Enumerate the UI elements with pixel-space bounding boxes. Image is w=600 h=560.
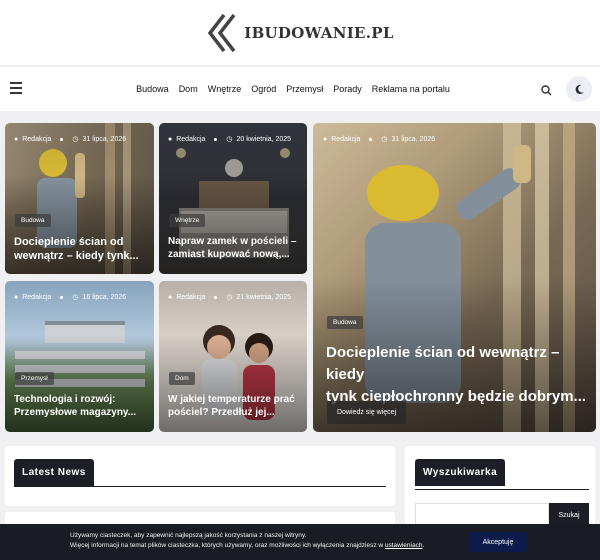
post-meta: ● Redakcja ◷ 31 lipca, 2026 <box>323 135 436 144</box>
post-title-line: Przemysłowe magazyny... <box>14 407 137 418</box>
post-card[interactable]: ● Redakcja ◷ 16 lipca, 2026 Przemysł Tec… <box>5 281 154 432</box>
cookie-settings-link[interactable]: ustawieniach <box>385 542 423 549</box>
author-icon: ● <box>168 135 173 143</box>
post-author[interactable]: Redakcja <box>331 136 360 143</box>
post-card[interactable]: ● Redakcja ◷ 21 kwietnia, 2025 Dom W jak… <box>159 281 307 432</box>
post-title[interactable]: Docieplenie ścian od wewnątrz – kiedy ty… <box>14 235 154 264</box>
author-icon: ● <box>168 293 173 301</box>
nav-link-budowa[interactable]: Budowa <box>136 84 169 94</box>
post-date: 21 kwietnia, 2025 <box>236 293 292 301</box>
post-author[interactable]: Redakcja <box>176 136 205 143</box>
cookie-text: Więcej informacji na temat plików ciaste… <box>70 542 385 550</box>
post-title-line: zamiast kupować nową,... <box>168 249 290 260</box>
clock-icon: ◷ <box>72 136 79 143</box>
divider <box>415 489 589 490</box>
search-widget-title: Wyszukiwarka <box>415 459 506 486</box>
post-date: 20 kwietnia, 2025 <box>236 135 292 143</box>
post-title-line: Napraw zamek w pościeli – <box>168 236 297 247</box>
author-icon: ● <box>14 293 19 301</box>
moon-icon <box>575 84 584 94</box>
clock-icon: ◷ <box>72 294 79 301</box>
divider <box>14 486 386 487</box>
post-title-line: Docieplenie ścian od <box>14 236 124 248</box>
nav-link-wnetrze[interactable]: Wnętrze <box>208 84 242 94</box>
post-author[interactable]: Redakcja <box>176 294 205 301</box>
featured-post-card[interactable]: ● Redakcja ◷ 31 lipca, 2026 Budowa Docie… <box>313 123 596 432</box>
post-title-line: Technologia i rozwój: <box>14 394 116 405</box>
accept-cookies-button[interactable]: Akceptuję <box>469 532 527 552</box>
author-icon: ● <box>14 135 19 143</box>
post-card[interactable]: ● Redakcja ◷ 31 lipca, 2026 Budowa Docie… <box>5 123 154 274</box>
latest-news-widget: Latest News <box>5 446 395 506</box>
clock-icon: ◷ <box>226 136 233 143</box>
search-widget: Wyszukiwarka Szukaj <box>405 446 595 536</box>
featured-post-title[interactable]: Docieplenie ścian od wewnątrz – kiedy ty… <box>326 342 596 407</box>
category-badge[interactable]: Budowa <box>15 214 51 227</box>
cookie-line: Więcej informacji na temat plików ciaste… <box>70 541 424 551</box>
post-title-line: Docieplenie ścian od wewnątrz – kiedy <box>326 344 560 383</box>
read-more-button[interactable]: Dowiedz się więcej <box>327 401 407 424</box>
nav-link-dom[interactable]: Dom <box>179 84 198 94</box>
post-date: 31 lipca, 2026 <box>391 135 436 143</box>
cookie-message: Używamy ciasteczek, aby zapewnić najleps… <box>70 531 424 552</box>
site-header: IBUDOWANIE.PL <box>0 0 600 66</box>
post-author[interactable]: Redakcja <box>22 136 51 143</box>
site-logo[interactable]: IBUDOWANIE.PL <box>206 13 393 53</box>
logo-chevron-icon <box>208 13 236 52</box>
post-title[interactable]: Napraw zamek w pościeli – zamiast kupowa… <box>168 235 307 261</box>
post-meta: ● Redakcja ◷ 31 lipca, 2026 <box>14 135 127 144</box>
post-author[interactable]: Redakcja <box>22 294 51 301</box>
cookie-text: . <box>422 542 425 550</box>
latest-news-title: Latest News <box>14 459 94 486</box>
category-badge[interactable]: Budowa <box>327 316 363 329</box>
post-meta: ● Redakcja ◷ 20 kwietnia, 2025 <box>168 135 292 144</box>
nav-link-reklama[interactable]: Reklama na portalu <box>372 84 450 94</box>
clock-icon: ◷ <box>226 294 233 301</box>
category-badge[interactable]: Wnętrze <box>169 214 206 227</box>
dark-mode-toggle[interactable] <box>566 76 592 102</box>
cookie-line: Używamy ciasteczek, aby zapewnić najleps… <box>70 532 307 539</box>
nav-links: Budowa Dom Wnętrze Ogród Przemysł Porady… <box>0 67 600 111</box>
post-title-line: W jakiej temperaturze prać <box>168 394 295 405</box>
post-title-line: pościel? Przedłuż jej... <box>168 407 275 418</box>
logo-text: IBUDOWANIE.PL <box>244 23 394 42</box>
post-card[interactable]: ● Redakcja ◷ 20 kwietnia, 2025 Wnętrze N… <box>159 123 307 274</box>
post-title-line: wewnątrz – kiedy tynk... <box>14 250 139 263</box>
clock-icon: ◷ <box>381 136 388 143</box>
post-date: 16 lipca, 2026 <box>82 293 127 301</box>
post-meta: ● Redakcja ◷ 21 kwietnia, 2025 <box>168 293 292 302</box>
cookie-consent-bar: Używamy ciasteczek, aby zapewnić najleps… <box>0 524 600 560</box>
post-title[interactable]: Technologia i rozwój: Przemysłowe magazy… <box>14 393 154 419</box>
main-navigation: Budowa Dom Wnętrze Ogród Przemysł Porady… <box>0 67 600 111</box>
post-title[interactable]: W jakiej temperaturze prać pościel? Prze… <box>168 393 307 419</box>
category-badge[interactable]: Dom <box>169 372 195 385</box>
post-meta: ● Redakcja ◷ 16 lipca, 2026 <box>14 293 127 302</box>
post-date: 31 lipca, 2026 <box>82 135 127 143</box>
nav-link-przemysl[interactable]: Przemysł <box>286 84 323 94</box>
category-badge[interactable]: Przemysł <box>15 372 54 385</box>
nav-link-ogrod[interactable]: Ogród <box>251 84 276 94</box>
nav-link-porady[interactable]: Porady <box>333 84 362 94</box>
author-icon: ● <box>323 135 328 143</box>
search-icon[interactable] <box>541 85 552 96</box>
